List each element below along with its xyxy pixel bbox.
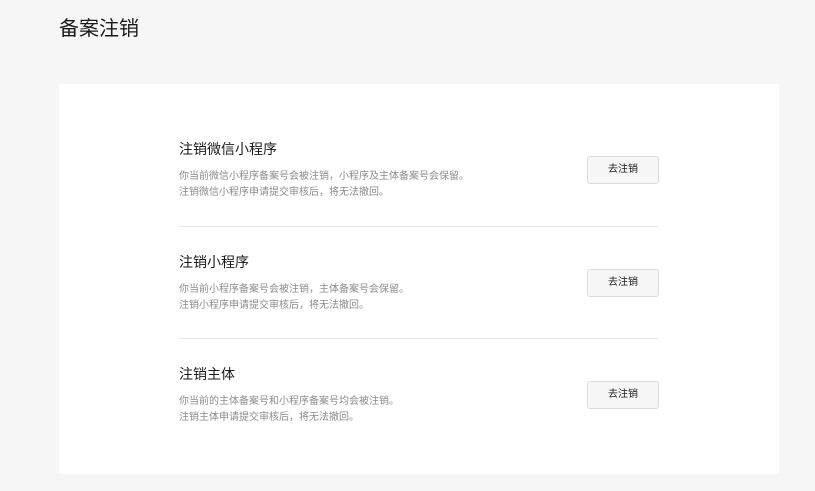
section-description-line: 你当前的主体备案号和小程序备案号均会被注销。	[179, 396, 399, 407]
section-deregister-wechat-miniprogram: 注销微信小程序 你当前微信小程序备案号会被注销，小程序及主体备案号会保留。 注销…	[179, 114, 659, 226]
section-deregister-entity: 注销主体 你当前的主体备案号和小程序备案号均会被注销。 注销主体申请提交审核后，…	[179, 339, 659, 451]
section-title: 注销主体	[179, 367, 235, 383]
deregister-entity-button[interactable]: 去注销	[587, 381, 659, 409]
section-title: 注销小程序	[179, 255, 249, 271]
section-deregister-miniprogram: 注销小程序 你当前小程序备案号会被注销，主体备案号会保留。 注销小程序申请提交审…	[179, 227, 659, 339]
page-title: 备案注销	[59, 16, 139, 40]
section-description-line: 注销小程序申请提交审核后，将无法撤回。	[179, 300, 369, 311]
section-description-line: 注销主体申请提交审核后，将无法撤回。	[179, 412, 359, 423]
section-title: 注销微信小程序	[179, 142, 277, 158]
section-description-line: 注销微信小程序申请提交审核后，将无法撤回。	[179, 187, 389, 198]
deregistration-card: 注销微信小程序 你当前微信小程序备案号会被注销，小程序及主体备案号会保留。 注销…	[59, 84, 779, 474]
deregister-wechat-miniprogram-button[interactable]: 去注销	[587, 156, 659, 184]
deregister-miniprogram-button[interactable]: 去注销	[587, 269, 659, 297]
section-description-line: 你当前小程序备案号会被注销，主体备案号会保留。	[179, 284, 409, 295]
section-description-line: 你当前微信小程序备案号会被注销，小程序及主体备案号会保留。	[179, 171, 469, 182]
